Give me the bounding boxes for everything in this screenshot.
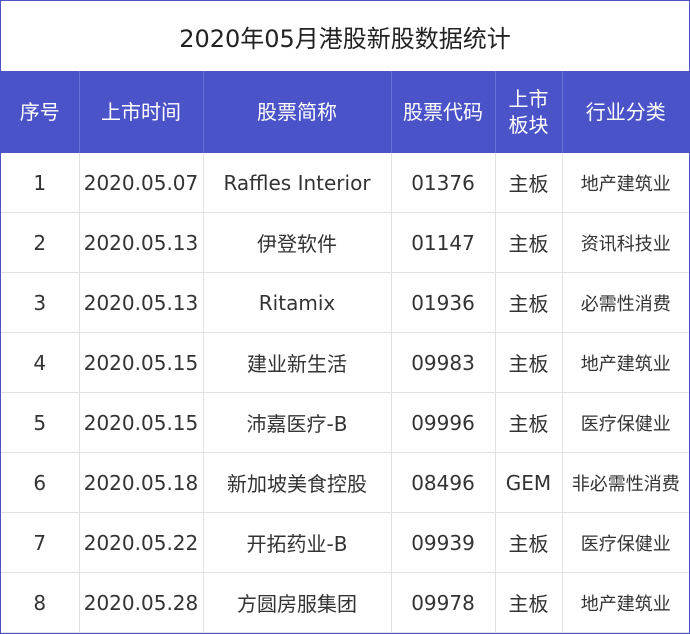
cell-stock-code: 08496 bbox=[390, 452, 495, 513]
table-row: 4 2020.05.15 建业新生活 09983 主板 地产建筑业 bbox=[1, 332, 689, 393]
cell-industry: 必需性消费 bbox=[561, 272, 689, 333]
cell-stock-name: Ritamix bbox=[202, 272, 391, 333]
cell-index: 7 bbox=[1, 512, 79, 573]
header-row: 序号 上市时间 股票简称 股票代码 上市 板块 行业分类 bbox=[1, 71, 689, 153]
cell-industry: 医疗保健业 bbox=[561, 512, 689, 573]
cell-industry: 资讯科技业 bbox=[561, 212, 689, 273]
cell-industry: 地产建筑业 bbox=[561, 153, 689, 213]
cell-board: 主板 bbox=[494, 272, 562, 333]
cell-industry: 地产建筑业 bbox=[561, 332, 689, 393]
cell-stock-name: Raffles Interior bbox=[202, 153, 391, 213]
header-index: 序号 bbox=[1, 71, 79, 153]
table-row: 2 2020.05.13 伊登软件 01147 主板 资讯科技业 bbox=[1, 212, 689, 273]
cell-board: 主板 bbox=[494, 332, 562, 393]
cell-index: 5 bbox=[1, 392, 79, 453]
cell-stock-code: 01147 bbox=[390, 212, 495, 273]
cell-date: 2020.05.07 bbox=[78, 153, 203, 213]
cell-board: 主板 bbox=[494, 212, 562, 273]
cell-index: 2 bbox=[1, 212, 79, 273]
table-row: 6 2020.05.18 新加坡美食控股 08496 GEM 非必需性消费 bbox=[1, 452, 689, 513]
cell-stock-code: 09983 bbox=[390, 332, 495, 393]
cell-industry: 医疗保健业 bbox=[561, 392, 689, 453]
cell-board: 主板 bbox=[494, 153, 562, 213]
cell-date: 2020.05.15 bbox=[78, 332, 203, 393]
header-name: 股票简称 bbox=[202, 71, 391, 153]
cell-board: 主板 bbox=[494, 392, 562, 453]
cell-index: 4 bbox=[1, 332, 79, 393]
cell-stock-name: 开拓药业-B bbox=[202, 512, 391, 573]
cell-stock-name: 方圆房服集团 bbox=[202, 572, 391, 633]
cell-index: 1 bbox=[1, 153, 79, 213]
cell-stock-code: 09996 bbox=[390, 392, 495, 453]
cell-stock-code: 09939 bbox=[390, 512, 495, 573]
table-row: 3 2020.05.13 Ritamix 01936 主板 必需性消费 bbox=[1, 272, 689, 333]
table-row: 5 2020.05.15 沛嘉医疗-B 09996 主板 医疗保健业 bbox=[1, 392, 689, 453]
header-board-line1: 上市 bbox=[508, 87, 549, 111]
cell-stock-code: 01376 bbox=[390, 153, 495, 213]
table-body: 1 2020.05.07 Raffles Interior 01376 主板 地产建筑业 2… bbox=[1, 153, 689, 633]
cell-board: 主板 bbox=[494, 572, 562, 633]
table-row: 7 2020.05.22 开拓药业-B 09939 主板 医疗保健业 bbox=[1, 512, 689, 573]
header-board-line2: 板块 bbox=[508, 113, 549, 137]
cell-stock-name: 沛嘉医疗-B bbox=[202, 392, 391, 453]
cell-date: 2020.05.18 bbox=[78, 452, 203, 513]
header-industry: 行业分类 bbox=[561, 71, 689, 153]
table-row: 1 2020.05.07 Raffles Interior 01376 主板 地产建筑业 bbox=[1, 153, 689, 213]
ipo-table: 序号 上市时间 股票简称 股票代码 上市 板块 行业分类 1 2020.05.07… bbox=[1, 71, 689, 633]
cell-stock-code: 01936 bbox=[390, 272, 495, 333]
cell-board: 主板 bbox=[494, 512, 562, 573]
cell-date: 2020.05.13 bbox=[78, 272, 203, 333]
cell-industry: 地产建筑业 bbox=[561, 572, 689, 633]
header-date: 上市时间 bbox=[78, 71, 203, 153]
header-board: 上市 板块 bbox=[494, 71, 562, 153]
header-code: 股票代码 bbox=[390, 71, 495, 153]
cell-date: 2020.05.13 bbox=[78, 212, 203, 273]
cell-stock-name: 伊登软件 bbox=[202, 212, 391, 273]
ipo-statistics-card: 2020年05月港股新股数据统计 序号 上市时间 股票简称 股票代码 上市 板块… bbox=[0, 0, 690, 634]
cell-index: 8 bbox=[1, 572, 79, 633]
cell-industry: 非必需性消费 bbox=[561, 452, 689, 513]
cell-date: 2020.05.22 bbox=[78, 512, 203, 573]
cell-date: 2020.05.15 bbox=[78, 392, 203, 453]
cell-index: 6 bbox=[1, 452, 79, 513]
cell-stock-name: 建业新生活 bbox=[202, 332, 391, 393]
table-row: 8 2020.05.28 方圆房服集团 09978 主板 地产建筑业 bbox=[1, 572, 689, 633]
cell-date: 2020.05.28 bbox=[78, 572, 203, 633]
cell-stock-code: 09978 bbox=[390, 572, 495, 633]
cell-board: GEM bbox=[494, 452, 562, 513]
table-title: 2020年05月港股新股数据统计 bbox=[179, 24, 511, 53]
cell-index: 3 bbox=[1, 272, 79, 333]
cell-stock-name: 新加坡美食控股 bbox=[202, 452, 391, 513]
